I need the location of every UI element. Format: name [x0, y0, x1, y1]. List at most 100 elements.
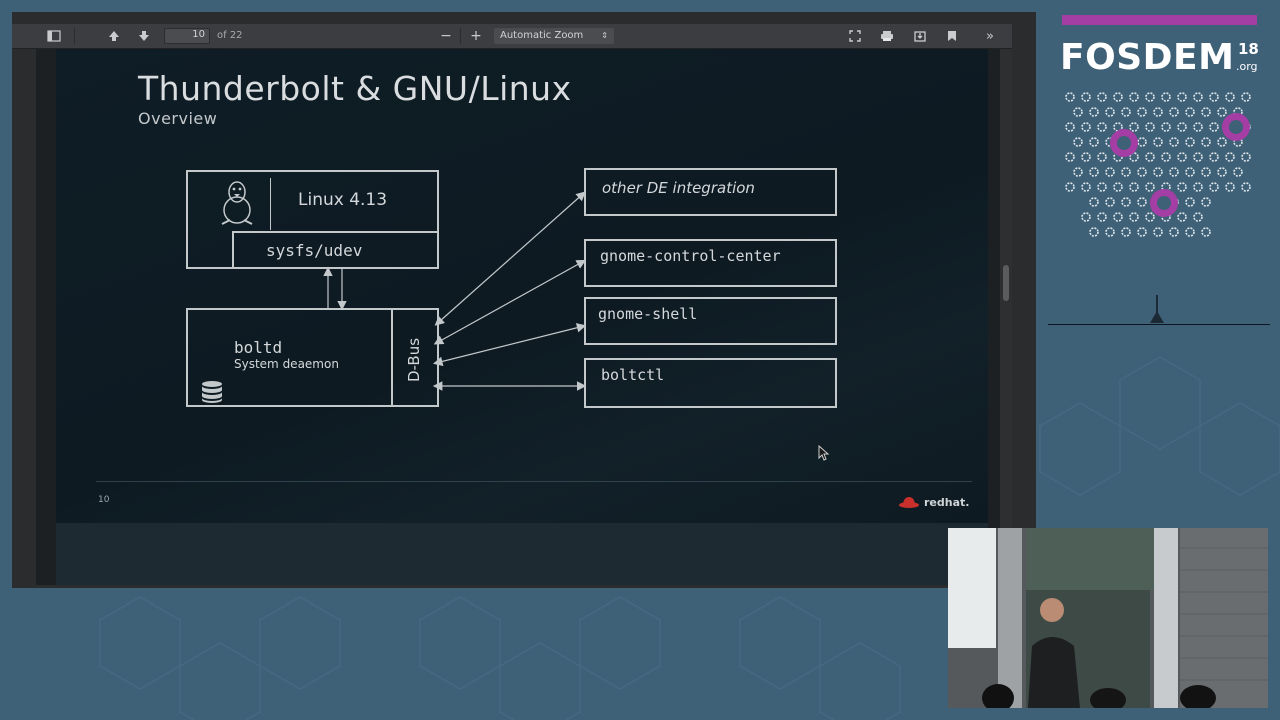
- page-count-label: of 22: [217, 30, 243, 41]
- small-gear-icon: [1137, 137, 1147, 147]
- small-gear-icon: [1145, 92, 1155, 102]
- pdf-viewer-window: 10 of 22 − + Automatic Zoom ⇕ » Thunderb…: [12, 12, 1036, 588]
- database-icon: [202, 381, 222, 403]
- small-gear-icon: [1161, 92, 1171, 102]
- small-gear-icon: [1241, 182, 1251, 192]
- small-gear-icon: [1153, 167, 1163, 177]
- toolbar-separator: [74, 28, 75, 44]
- sidebar-toggle-icon[interactable]: [44, 24, 64, 48]
- small-gear-icon: [1153, 227, 1163, 237]
- kernel-label: Linux 4.13: [298, 190, 388, 210]
- arrow-up-icon[interactable]: [104, 24, 124, 48]
- small-gear-icon: [1241, 92, 1251, 102]
- scrollbar-thumb[interactable]: [1003, 265, 1009, 301]
- small-gear-icon: [1233, 167, 1243, 177]
- arrow-down-icon[interactable]: [134, 24, 154, 48]
- small-gear-icon: [1185, 197, 1195, 207]
- fullscreen-icon[interactable]: [845, 24, 865, 48]
- small-gear-icon: [1065, 92, 1075, 102]
- fosdem-year: 18: [1238, 40, 1259, 58]
- client-label: other DE integration: [602, 179, 755, 197]
- small-gear-icon: [1177, 182, 1187, 192]
- small-gear-icon: [1129, 182, 1139, 192]
- boltd-label: boltd: [234, 338, 283, 357]
- small-gear-icon: [1217, 167, 1227, 177]
- small-gear-icon: [1105, 227, 1115, 237]
- small-gear-icon: [1169, 137, 1179, 147]
- small-gear-icon: [1105, 197, 1115, 207]
- small-gear-icon: [1081, 122, 1091, 132]
- zoom-out-button[interactable]: −: [436, 24, 456, 48]
- client-box-other-de: other DE integration: [584, 168, 837, 216]
- small-gear-icon: [1193, 152, 1203, 162]
- small-gear-icon: [1225, 182, 1235, 192]
- client-box-gnome-shell: gnome-shell: [584, 297, 837, 345]
- small-gear-icon: [1097, 152, 1107, 162]
- small-gear-icon: [1145, 152, 1155, 162]
- toolbar-separator: [460, 28, 461, 44]
- print-icon[interactable]: [877, 24, 897, 48]
- small-gear-icon: [1121, 107, 1131, 117]
- small-gear-icon: [1201, 167, 1211, 177]
- small-gear-icon: [1201, 107, 1211, 117]
- small-gear-icon: [1209, 92, 1219, 102]
- small-gear-icon: [1121, 197, 1131, 207]
- tools-icon[interactable]: »: [980, 24, 1000, 48]
- redhat-logo: redhat.: [898, 495, 969, 509]
- small-gear-icon: [1089, 107, 1099, 117]
- zoom-in-button[interactable]: +: [466, 24, 486, 48]
- client-label: boltctl: [601, 366, 665, 384]
- page-gap: [56, 523, 988, 585]
- zoom-select[interactable]: Automatic Zoom ⇕: [494, 28, 614, 44]
- download-icon[interactable]: [910, 24, 930, 48]
- small-gear-icon: [1169, 167, 1179, 177]
- redhat-wordmark: redhat.: [924, 495, 970, 509]
- diagram-connectors: [323, 191, 587, 391]
- small-gear-icon: [1161, 122, 1171, 132]
- small-gear-icon: [1193, 212, 1203, 222]
- small-gear-icon: [1137, 227, 1147, 237]
- dbus-box: D-Bus: [391, 308, 439, 407]
- zoom-select-value: Automatic Zoom: [500, 30, 584, 41]
- sysfs-udev-label: sysfs/udev: [266, 241, 363, 260]
- tux-penguin-icon: [221, 181, 253, 225]
- small-gear-icon: [1185, 227, 1195, 237]
- small-gear-icon: [1129, 92, 1139, 102]
- small-gear-icon: [1121, 167, 1131, 177]
- client-label: gnome-shell: [598, 305, 698, 323]
- small-gear-icon: [1089, 167, 1099, 177]
- bookmark-icon[interactable]: [942, 24, 962, 48]
- page-number-input[interactable]: 10: [164, 28, 210, 44]
- small-gear-icon: [1225, 92, 1235, 102]
- vertical-scrollbar[interactable]: [1000, 49, 1012, 585]
- mouse-cursor-icon: [818, 445, 830, 461]
- small-gear-icon: [1081, 92, 1091, 102]
- small-gear-icon: [1185, 107, 1195, 117]
- small-gear-icon: [1081, 152, 1091, 162]
- small-gear-icon: [1145, 122, 1155, 132]
- small-gear-icon: [1065, 182, 1075, 192]
- small-gear-icon: [1113, 212, 1123, 222]
- small-gear-icon: [1169, 107, 1179, 117]
- small-gear-icon: [1153, 107, 1163, 117]
- client-label: gnome-control-center: [600, 247, 781, 265]
- redhat-hat-icon: [899, 497, 919, 508]
- stage-floor-line: [1048, 324, 1270, 325]
- small-gear-icon: [1169, 227, 1179, 237]
- small-gear-icon: [1089, 137, 1099, 147]
- boltd-box: boltd System deaemon: [186, 308, 393, 407]
- small-gear-icon: [1105, 167, 1115, 177]
- small-gear-icon: [1097, 212, 1107, 222]
- small-gear-icon: [1105, 107, 1115, 117]
- small-gear-icon: [1185, 137, 1195, 147]
- small-gear-icon: [1177, 92, 1187, 102]
- small-gear-icon: [1177, 122, 1187, 132]
- small-gear-icon: [1201, 197, 1211, 207]
- slide-page: Thunderbolt & GNU/Linux Overview Linux 4…: [56, 49, 988, 523]
- slide-number: 10: [98, 495, 110, 505]
- small-gear-icon: [1209, 122, 1219, 132]
- small-gear-icon: [1113, 92, 1123, 102]
- small-gear-icon: [1185, 167, 1195, 177]
- small-gear-icon: [1209, 152, 1219, 162]
- small-gear-icon: [1097, 92, 1107, 102]
